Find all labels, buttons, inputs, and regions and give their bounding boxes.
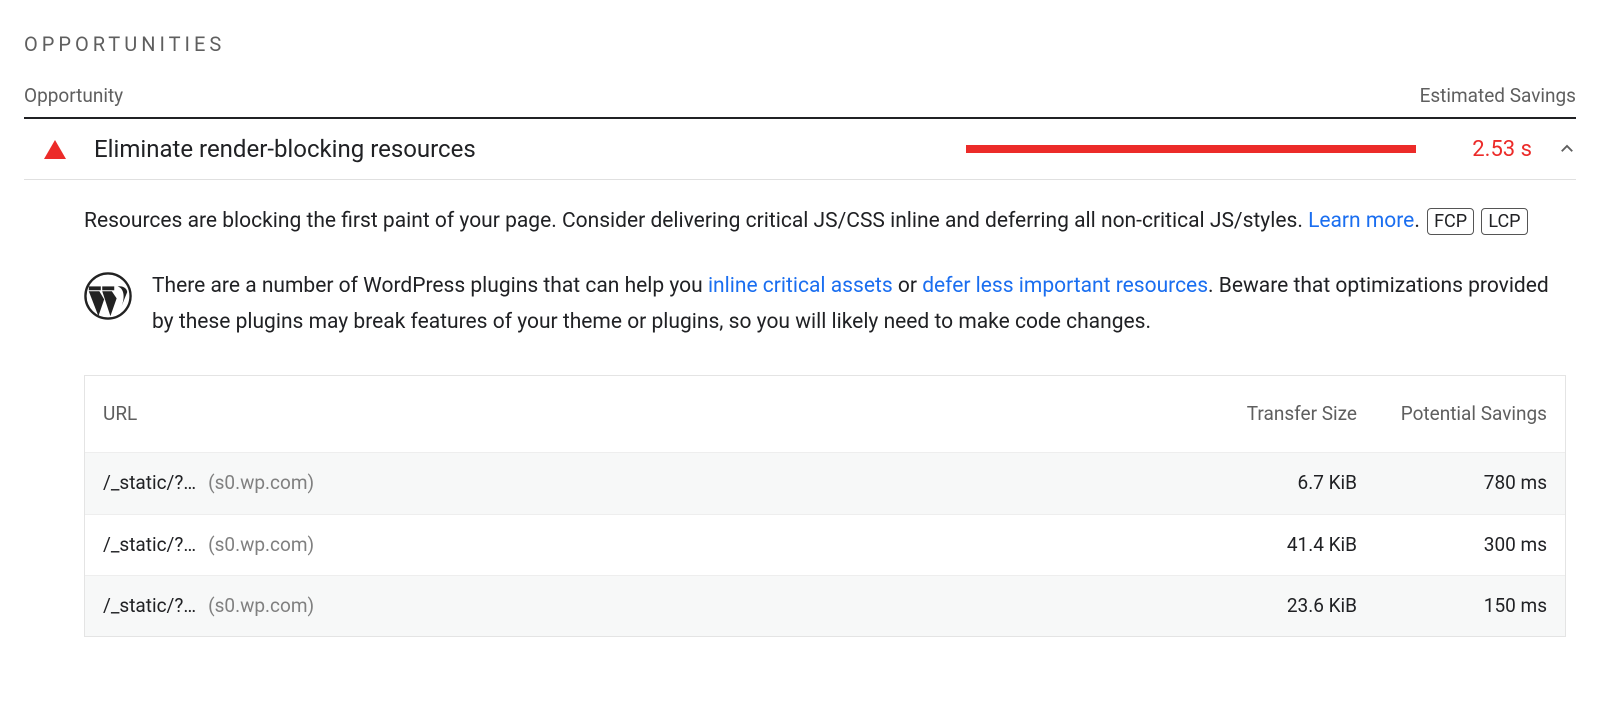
table-row: /_static/?… (s0.wp.com) 23.6 KiB 150 ms — [85, 575, 1565, 636]
chevron-up-icon[interactable] — [1558, 140, 1576, 158]
opportunity-header-row: Opportunity Estimated Savings — [24, 84, 1576, 119]
wordpress-icon — [84, 272, 132, 320]
description-period: . — [1414, 209, 1420, 233]
wp-note-or: or — [893, 274, 923, 298]
resource-url[interactable]: /_static/?… — [103, 529, 196, 561]
wordpress-note: There are a number of WordPress plugins … — [84, 268, 1566, 342]
th-url: URL — [103, 398, 1157, 430]
defer-resources-link[interactable]: defer less important resources — [922, 274, 1208, 298]
table-row: /_static/?… (s0.wp.com) 41.4 KiB 300 ms — [85, 514, 1565, 575]
resource-size: 6.7 KiB — [1157, 467, 1357, 499]
th-potential-savings: Potential Savings — [1357, 398, 1547, 430]
opportunity-row[interactable]: Eliminate render-blocking resources 2.53… — [24, 119, 1576, 180]
resource-savings: 150 ms — [1357, 590, 1547, 622]
opportunity-savings-value: 2.53 s — [1452, 137, 1532, 162]
resource-host: (s0.wp.com) — [208, 529, 314, 561]
lcp-tag: LCP — [1481, 208, 1527, 235]
opportunity-description: Resources are blocking the first paint o… — [84, 204, 1566, 240]
resource-size: 41.4 KiB — [1157, 529, 1357, 561]
inline-critical-assets-link[interactable]: inline critical assets — [708, 274, 893, 298]
resource-savings: 780 ms — [1357, 467, 1547, 499]
col-label-opportunity: Opportunity — [24, 84, 123, 107]
resource-url[interactable]: /_static/?… — [103, 590, 196, 622]
col-label-savings: Estimated Savings — [1420, 84, 1576, 107]
resource-url[interactable]: /_static/?… — [103, 467, 196, 499]
learn-more-link[interactable]: Learn more — [1308, 209, 1414, 233]
warning-triangle-icon — [44, 140, 66, 159]
savings-bar — [966, 145, 1416, 153]
opportunity-details: Resources are blocking the first paint o… — [24, 180, 1576, 637]
table-row: /_static/?… (s0.wp.com) 6.7 KiB 780 ms — [85, 452, 1565, 513]
wp-note-part1: There are a number of WordPress plugins … — [152, 274, 708, 298]
resources-table: URL Transfer Size Potential Savings /_st… — [84, 375, 1566, 637]
resource-host: (s0.wp.com) — [208, 467, 314, 499]
resource-size: 23.6 KiB — [1157, 590, 1357, 622]
section-title: OPPORTUNITIES — [24, 32, 1576, 56]
resource-host: (s0.wp.com) — [208, 590, 314, 622]
th-transfer-size: Transfer Size — [1157, 398, 1357, 430]
table-header: URL Transfer Size Potential Savings — [85, 376, 1565, 452]
opportunity-title: Eliminate render-blocking resources — [94, 135, 476, 163]
resource-savings: 300 ms — [1357, 529, 1547, 561]
description-text: Resources are blocking the first paint o… — [84, 209, 1308, 233]
fcp-tag: FCP — [1427, 208, 1474, 235]
